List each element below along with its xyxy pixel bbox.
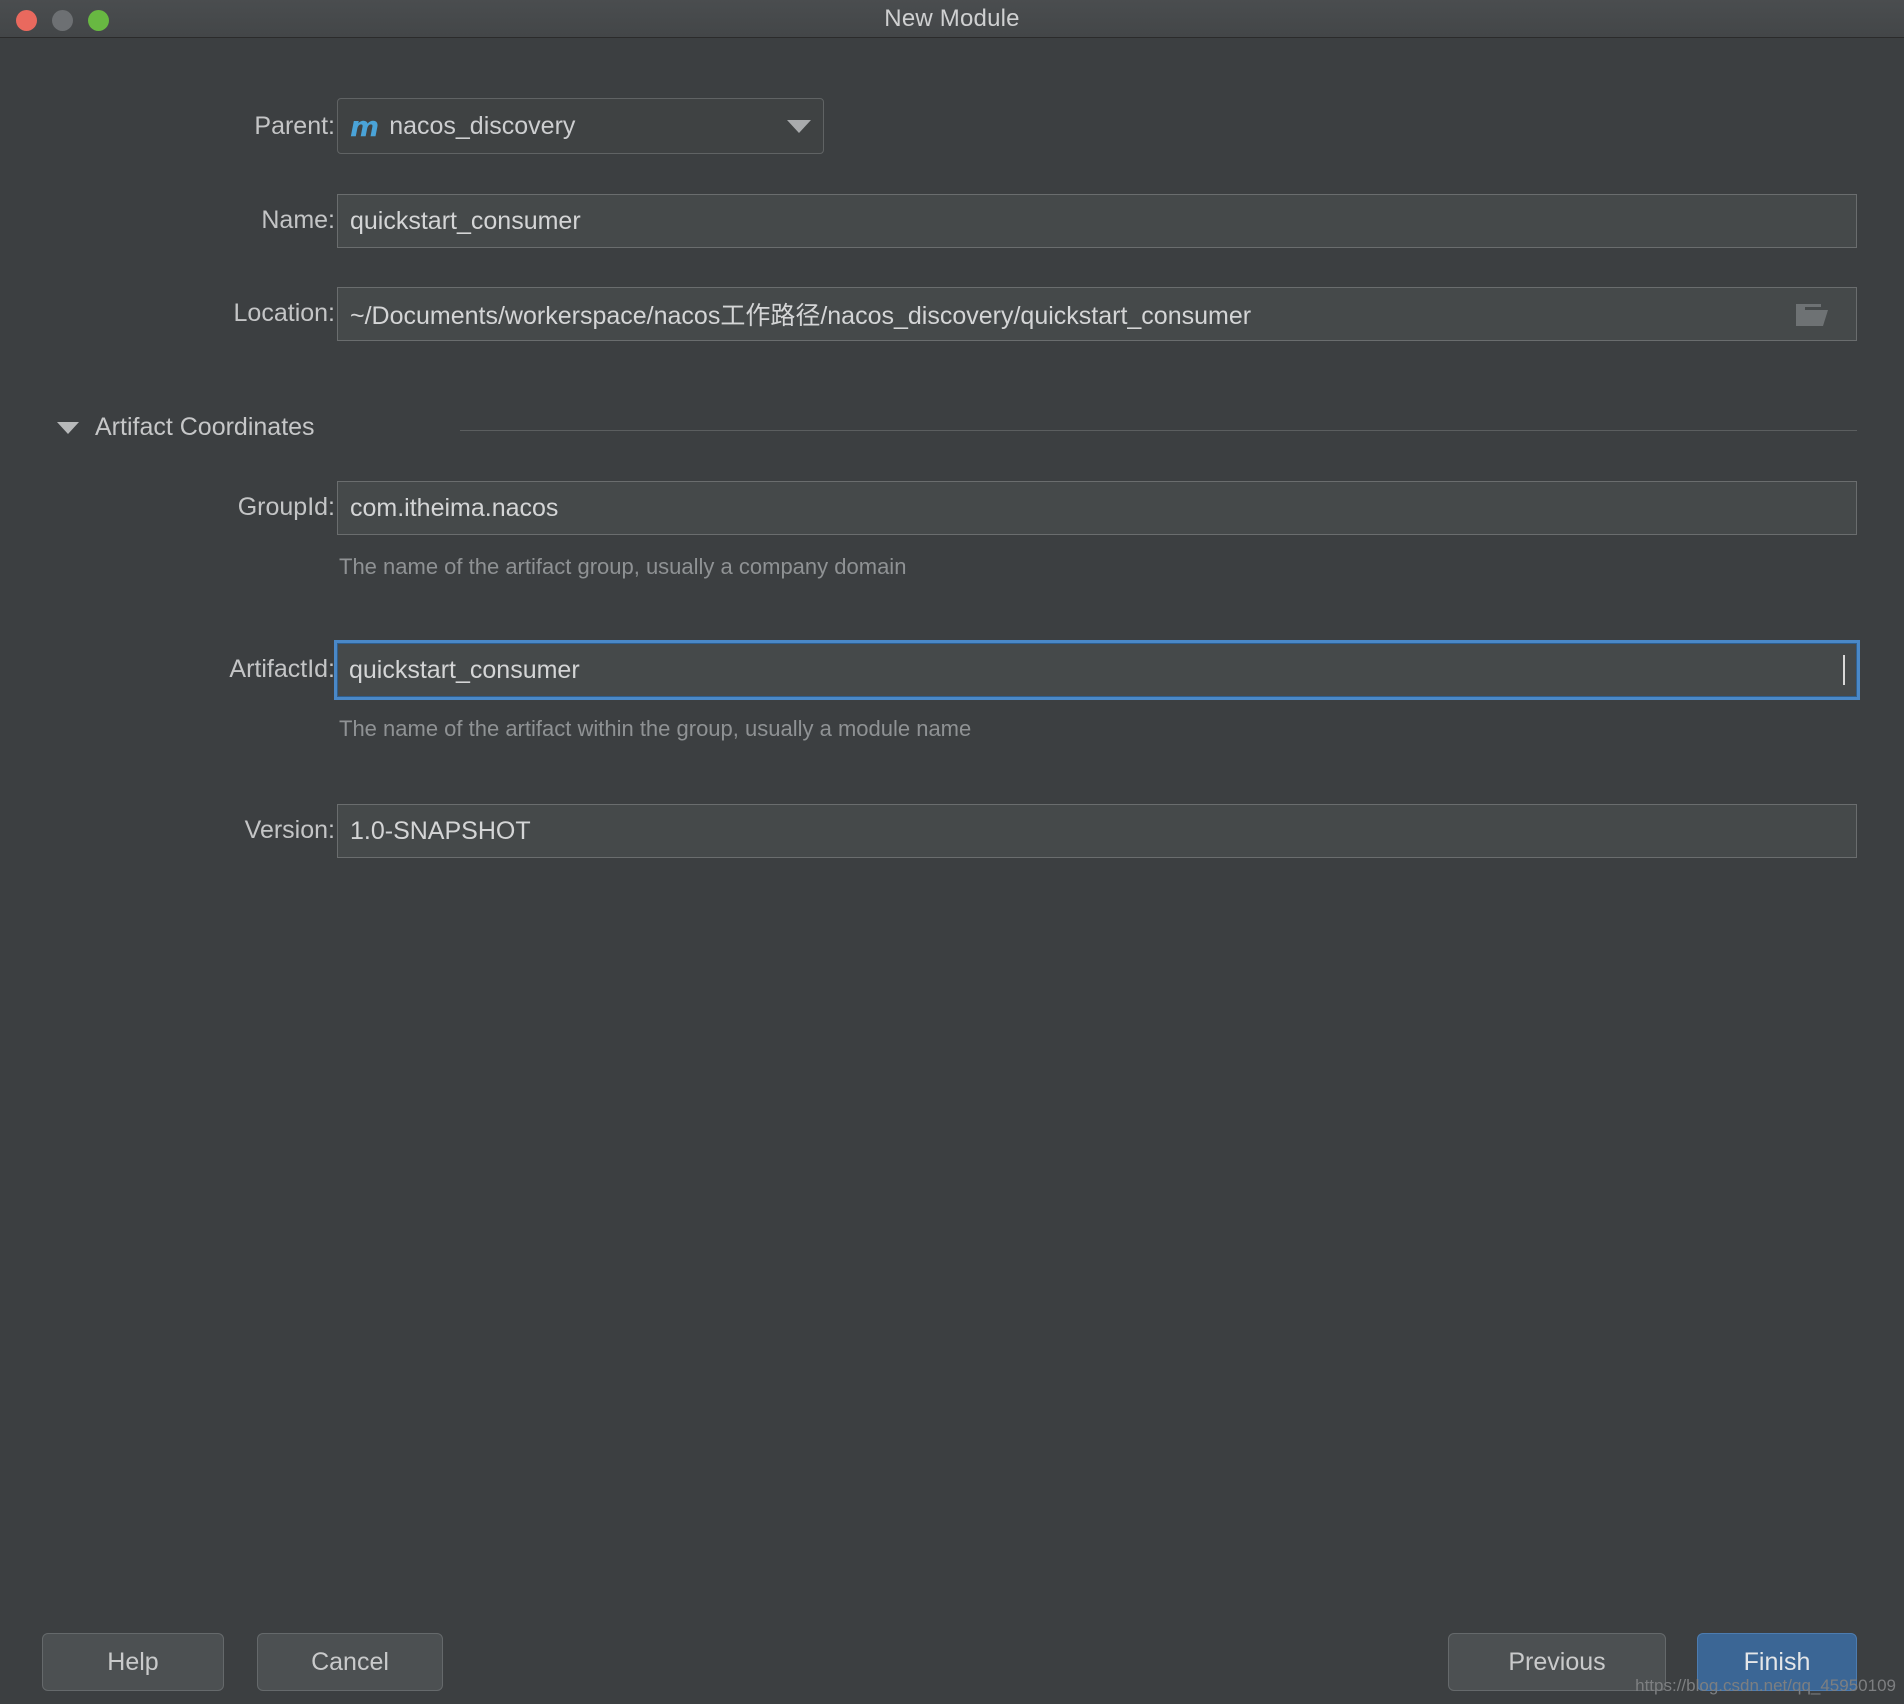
window-titlebar: New Module <box>0 0 1904 38</box>
maven-module-icon: m <box>350 109 380 143</box>
cancel-button[interactable]: Cancel <box>257 1633 443 1691</box>
dialog-content: Parent: m nacos_discovery Name: quicksta… <box>0 38 1904 1704</box>
section-divider <box>460 430 1857 431</box>
artifact-id-input-value: quickstart_consumer <box>349 655 580 684</box>
location-label: Location: <box>233 299 335 327</box>
chevron-down-icon <box>787 119 811 133</box>
chevron-down-icon <box>57 421 79 434</box>
browse-location-button[interactable] <box>1792 297 1832 331</box>
name-input[interactable]: quickstart_consumer <box>337 194 1857 248</box>
location-input-value: ~/Documents/workerspace/nacos工作路径/nacos_… <box>350 302 1252 330</box>
parent-combo-value: nacos_discovery <box>389 111 576 140</box>
watermark: https://blog.csdn.net/qq_45950109 <box>1635 1676 1896 1695</box>
text-cursor <box>1843 655 1845 685</box>
name-input-value: quickstart_consumer <box>350 206 581 235</box>
version-input-value: 1.0-SNAPSHOT <box>350 816 531 845</box>
artifact-id-label: ArtifactId: <box>229 655 335 683</box>
parent-label: Parent: <box>254 112 335 140</box>
group-id-label: GroupId: <box>237 493 335 521</box>
location-input[interactable]: ~/Documents/workerspace/nacos工作路径/nacos_… <box>337 287 1857 341</box>
group-id-hint: The name of the artifact group, usually … <box>339 554 907 579</box>
folder-open-icon <box>1796 303 1828 326</box>
artifact-coordinates-toggle[interactable]: Artifact Coordinates <box>57 413 315 442</box>
group-id-input[interactable]: com.itheima.nacos <box>337 481 1857 535</box>
parent-combo[interactable]: m nacos_discovery <box>337 98 824 154</box>
window-title: New Module <box>884 5 1020 32</box>
version-label: Version: <box>244 816 335 844</box>
artifact-coordinates-label: Artifact Coordinates <box>95 413 315 441</box>
previous-button[interactable]: Previous <box>1448 1633 1666 1691</box>
artifact-id-hint: The name of the artifact within the grou… <box>339 716 972 741</box>
name-label: Name: <box>261 206 335 234</box>
artifact-id-input[interactable]: quickstart_consumer <box>334 640 1860 700</box>
help-button[interactable]: Help <box>42 1633 224 1691</box>
group-id-input-value: com.itheima.nacos <box>350 493 559 522</box>
version-input[interactable]: 1.0-SNAPSHOT <box>337 804 1857 858</box>
